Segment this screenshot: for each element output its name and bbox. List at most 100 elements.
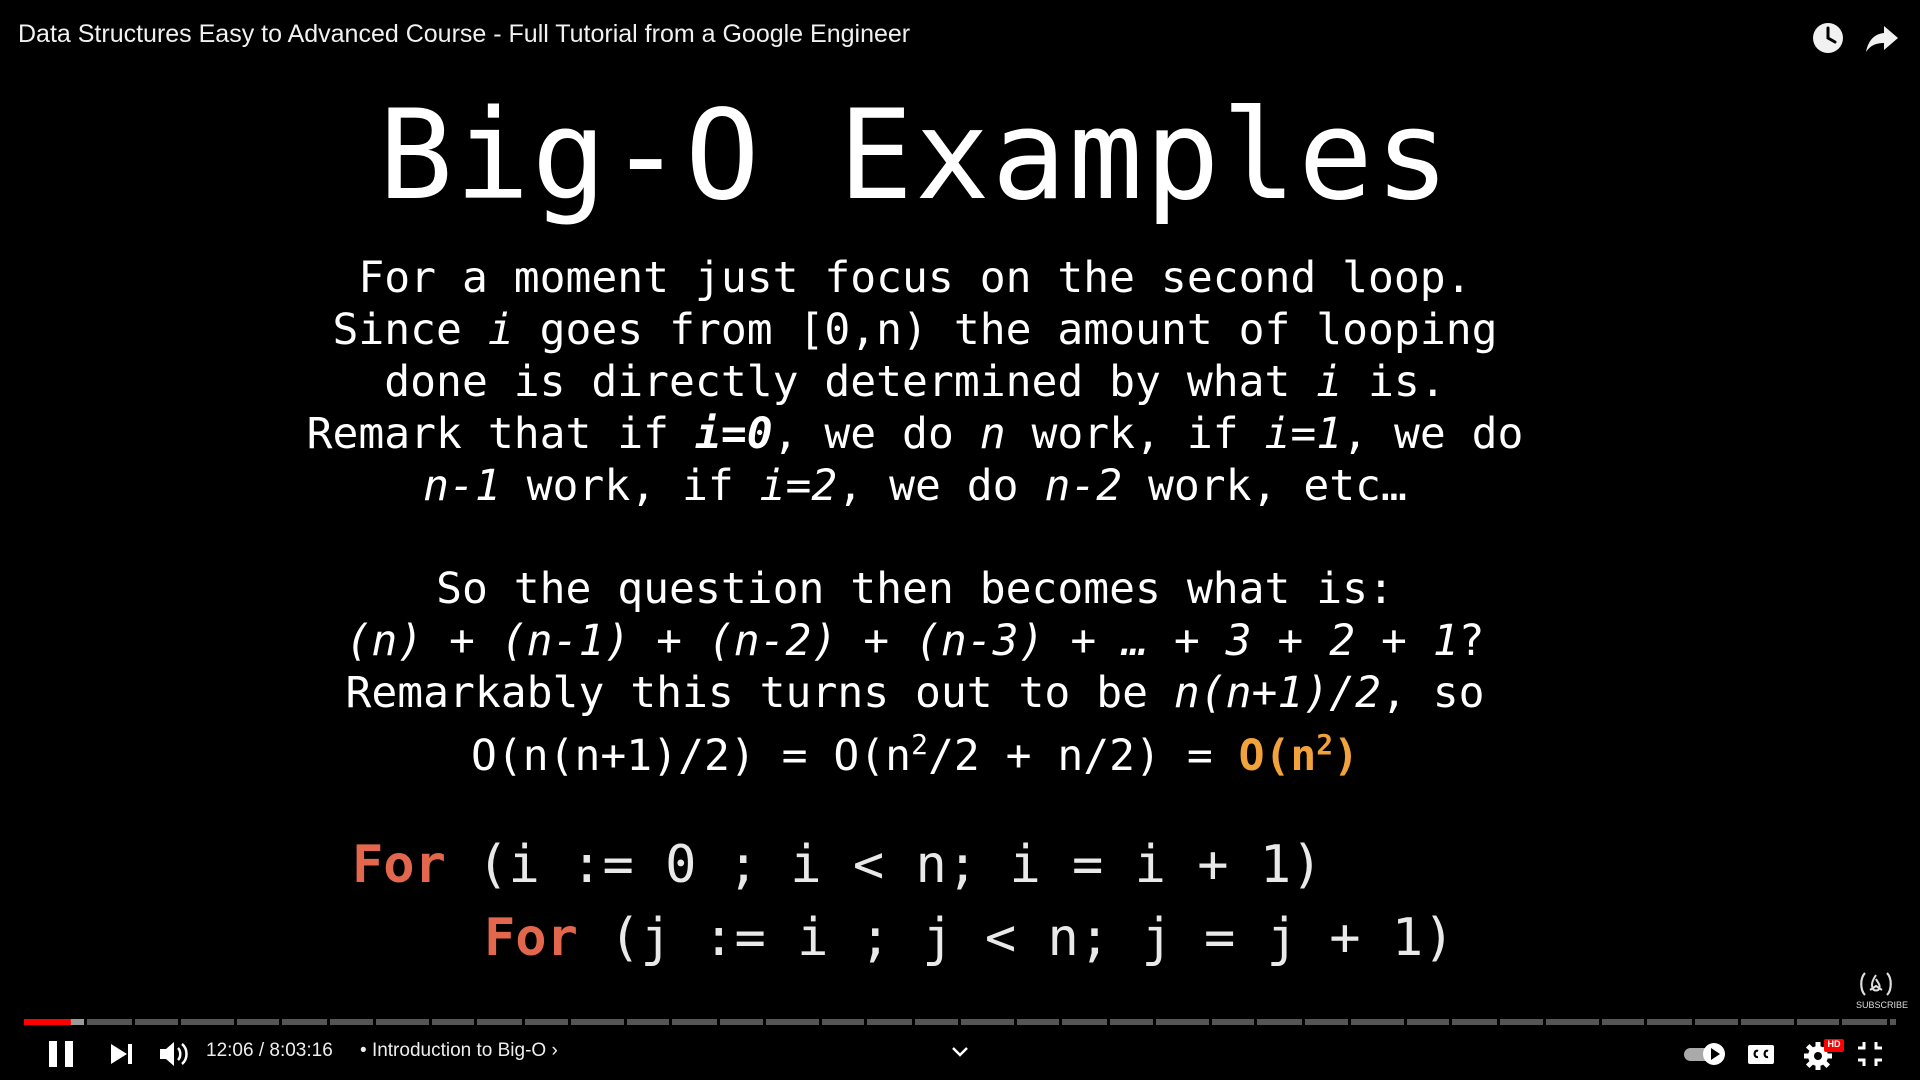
hd-badge: HD (1827, 1039, 1841, 1049)
slide: Big-O Examples For a moment just focus o… (0, 70, 1920, 1010)
chapter-gap (1692, 1019, 1695, 1025)
text: , we do (837, 461, 1045, 511)
chevron-down-icon (952, 1047, 968, 1057)
pause-button[interactable] (44, 1036, 80, 1072)
text: ) (1333, 731, 1360, 781)
result-complexity: O(n2) (1238, 728, 1360, 781)
chapter-gap (1107, 1019, 1110, 1025)
expand-chevron-button[interactable] (948, 1040, 972, 1064)
chapter-button[interactable]: • Introduction to Big-O › (360, 1040, 558, 1062)
settings-button[interactable]: HD (1800, 1036, 1846, 1072)
text: ? (1458, 616, 1485, 666)
text: Remarkably this turns out to be (345, 668, 1174, 718)
chapter-gap (132, 1019, 135, 1025)
chapter-gap (327, 1019, 330, 1025)
line: O(n(n+1)/2) = O(n2/2 + n/2) = O(n2) (0, 719, 1830, 782)
chapter-gap (1794, 1019, 1797, 1025)
text: , so (1380, 668, 1485, 718)
var-n-2: n-2 (1044, 461, 1123, 511)
var-i0: i=0 (694, 409, 773, 459)
text: done is directly determined by what (384, 357, 1317, 407)
text: O(n (1238, 731, 1317, 781)
chapter-gap (1254, 1019, 1257, 1025)
next-button[interactable] (104, 1036, 140, 1072)
chapter-gap (1497, 1019, 1500, 1025)
time-display: 12:06 / 8:03:16 (206, 1040, 333, 1062)
chapter-gap (178, 1019, 181, 1025)
keyword: For (352, 835, 446, 895)
chapter-gap (1404, 1019, 1407, 1025)
chapter-gap (669, 1019, 672, 1025)
chapter-gap (624, 1019, 627, 1025)
watermark-label: SUBSCRIBE (1856, 1000, 1909, 1010)
chapter-gap (429, 1019, 432, 1025)
chapter-gap (1449, 1019, 1452, 1025)
chapter-gap (1348, 1019, 1351, 1025)
var-n-1: n-1 (423, 461, 501, 511)
slide-title: Big-O Examples (378, 84, 1452, 228)
line: Remark that if i=0, we do n work, if i=1… (0, 408, 1830, 460)
channel-watermark[interactable]: SUBSCRIBE (1856, 970, 1909, 1010)
line: n-1 work, if i=2, we do n-2 work, etc… (0, 460, 1830, 512)
var-n: n (979, 409, 1006, 459)
code-text: (i := 0 ; i < n; i = i + 1) (445, 835, 1323, 895)
chapter-gap (1599, 1019, 1602, 1025)
video-player[interactable]: Data Structures Easy to Advanced Course … (0, 0, 1920, 1080)
time-separator: / (253, 1040, 270, 1061)
chapter-gap (958, 1019, 961, 1025)
video-title[interactable]: Data Structures Easy to Advanced Course … (18, 20, 910, 49)
superscript: 2 (911, 728, 928, 761)
chapter-gap (763, 1019, 766, 1025)
next-icon (111, 1044, 132, 1064)
progress-bar[interactable] (24, 1019, 1896, 1025)
share-icon[interactable] (1862, 18, 1902, 58)
autoplay-toggle-icon (1684, 1043, 1725, 1065)
chapter-gap (1738, 1019, 1741, 1025)
watch-later-icon[interactable] (1808, 18, 1848, 58)
chapter-gap (1302, 1019, 1305, 1025)
chapter-gap (1543, 1019, 1546, 1025)
text: /2 + n/2) = (927, 731, 1239, 781)
current-time: 12:06 (206, 1040, 254, 1061)
chapter-gap (1839, 1019, 1842, 1025)
series-formula: (n) + (n-1) + (n-2) + (n-3) + … + 3 + 2 … (345, 616, 1459, 666)
chapter-gap (1887, 1019, 1890, 1025)
chapter-gap (84, 1019, 87, 1025)
explanation-paragraph: For a moment just focus on the second lo… (0, 252, 1830, 512)
volume-icon (160, 1042, 188, 1066)
chapter-gap (373, 1019, 376, 1025)
autoplay-toggle[interactable] (1682, 1036, 1732, 1072)
chapter-gap (1059, 1019, 1062, 1025)
text: For a moment just focus on the second lo… (358, 253, 1472, 303)
volume-button[interactable] (156, 1036, 192, 1072)
text: Since (332, 305, 488, 355)
exit-fullscreen-icon (1858, 1042, 1882, 1066)
exit-fullscreen-button[interactable] (1852, 1036, 1888, 1072)
duration: 8:03:16 (269, 1040, 333, 1061)
text: work, etc… (1122, 461, 1407, 511)
text: work, if (1005, 409, 1265, 459)
line: Since i goes from [0,n) the amount of lo… (0, 304, 1830, 356)
progress-played (24, 1019, 71, 1025)
chapter-gap (819, 1019, 822, 1025)
superscript: 2 (1316, 728, 1334, 761)
line: Remarkably this turns out to be n(n+1)/2… (0, 667, 1830, 719)
chapter-bullet: • (360, 1040, 367, 1061)
line: For a moment just focus on the second lo… (0, 252, 1830, 304)
text: work, if (500, 461, 760, 511)
progress-track[interactable] (24, 1019, 1896, 1025)
text: O(n(n+1)/2) = O(n (470, 731, 912, 781)
chapter-gap (912, 1019, 915, 1025)
code-line-outer-loop: For (i := 0 ; i < n; i = i + 1) (352, 835, 1323, 895)
captions-button[interactable] (1744, 1036, 1780, 1072)
text: is. (1342, 357, 1446, 407)
chapter-gap (1014, 1019, 1017, 1025)
summation-paragraph: So the question then becomes what is: (n… (0, 563, 1830, 782)
text: Remark that if (306, 409, 695, 459)
line: So the question then becomes what is: (0, 563, 1830, 615)
var-i2: i=2 (759, 461, 838, 511)
chapter-title: Introduction to Big-O (371, 1040, 547, 1061)
line: done is directly determined by what i is… (0, 356, 1830, 408)
var-i1: i=1 (1264, 409, 1343, 459)
chapter-gap (234, 1019, 237, 1025)
